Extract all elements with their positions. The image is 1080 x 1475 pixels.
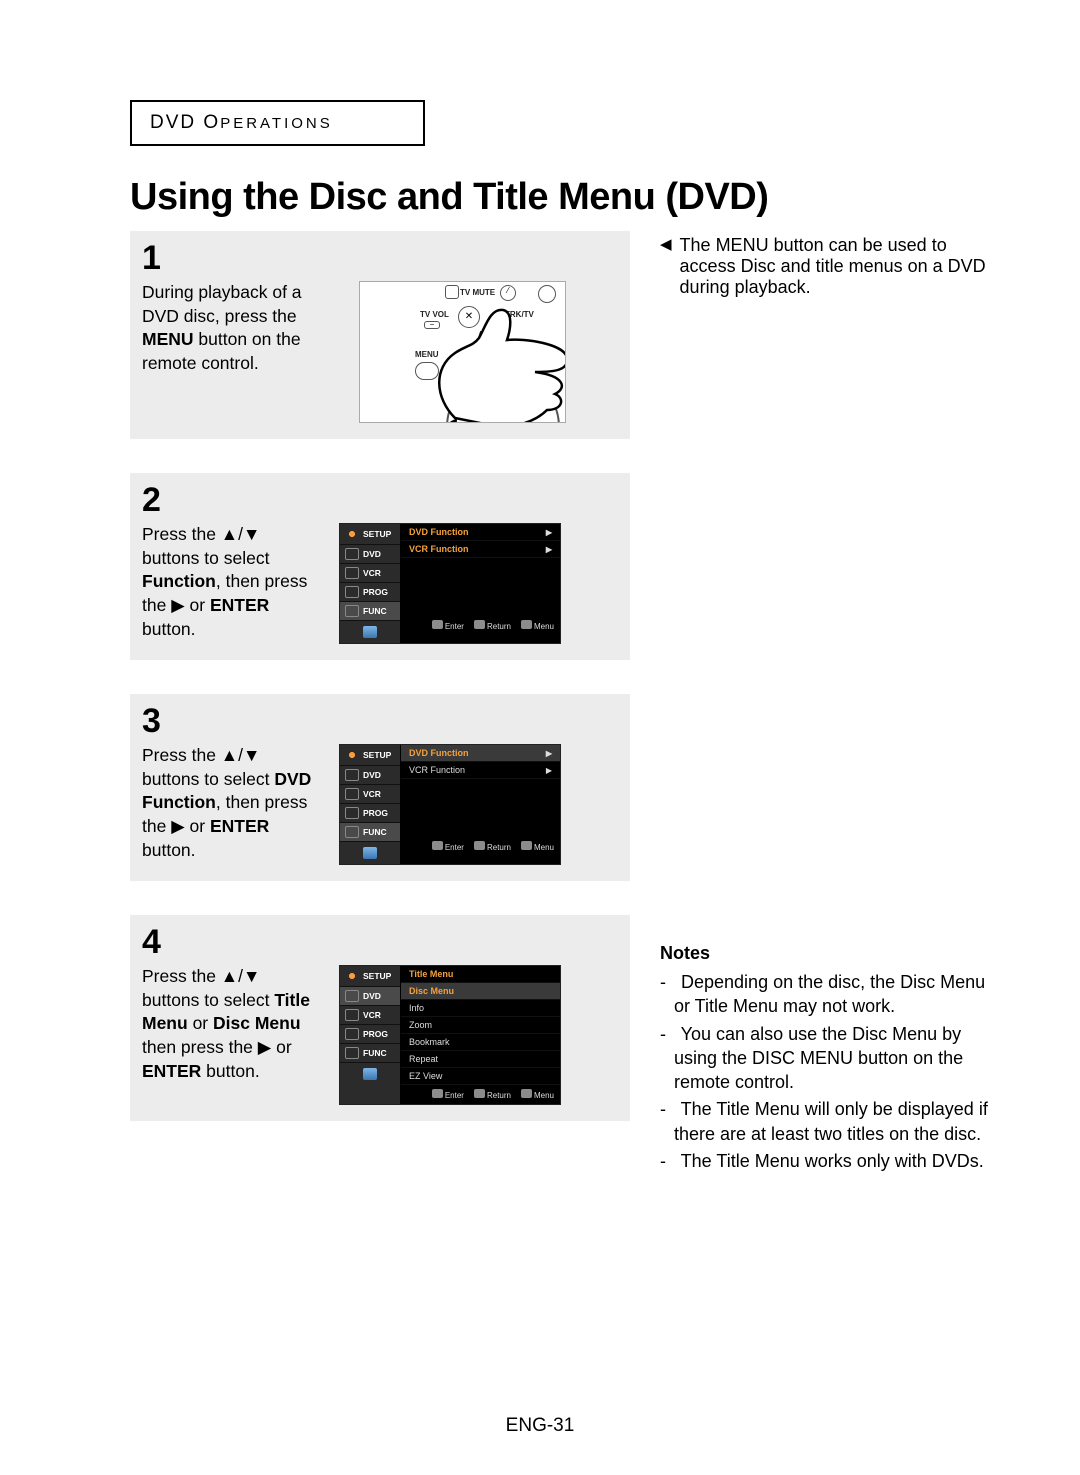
home-icon [363, 626, 377, 638]
note-item: Depending on the disc, the Disc Menu or … [660, 970, 1005, 1019]
menu-icon [521, 620, 532, 629]
osd-left-func: FUNC [340, 823, 400, 842]
step-number: 2 [142, 483, 620, 517]
osd-left-prog: PROG [340, 804, 400, 823]
note-item: You can also use the Disc Menu by using … [660, 1022, 1005, 1095]
tape-icon [345, 788, 359, 800]
osd-line: Repeat [401, 1051, 560, 1068]
osd-left-setup: SETUP [340, 966, 400, 987]
remote-label-tvmute: TV MUTE [460, 288, 495, 297]
osd-line: VCR Function▶ [401, 541, 560, 558]
clock-icon [345, 1028, 359, 1040]
disc-icon [345, 548, 359, 560]
func-icon [345, 605, 359, 617]
osd-line: Title Menu [401, 966, 560, 983]
intro-note-text: The MENU button can be used to access Di… [680, 235, 1005, 298]
menu-icon [521, 841, 532, 850]
home-icon [363, 1068, 377, 1080]
clock-icon [345, 807, 359, 819]
gear-icon [345, 748, 359, 762]
page-title: Using the Disc and Title Menu (DVD) [130, 176, 1005, 219]
step-number: 3 [142, 704, 620, 738]
section-header-box: DVD OPERATIONS [130, 100, 425, 146]
osd-left-dvd: DVD [340, 987, 400, 1006]
disc-icon [345, 769, 359, 781]
osd-line: EZ View [401, 1068, 560, 1085]
note-item: The Title Menu works only with DVDs. [660, 1149, 1005, 1173]
osd-left-dvd: DVD [340, 766, 400, 785]
osd-menu-step4: SETUP DVD VCR PROG FUNC Title Menu Disc [339, 965, 561, 1105]
step-number: 1 [142, 241, 620, 275]
return-icon [474, 841, 485, 850]
osd-left-prog: PROG [340, 1025, 400, 1044]
func-icon [345, 826, 359, 838]
menu-icon [521, 1089, 532, 1098]
osd-hint-bar: Enter Return Menu [401, 837, 560, 856]
return-icon [474, 1089, 485, 1098]
step-3: 3 Press the ▲/▼ buttons to select DVD Fu… [130, 694, 630, 881]
osd-left-func: FUNC [340, 602, 400, 621]
osd-left-vcr: VCR [340, 564, 400, 583]
step-1-text: During playback of a DVD disc, press the… [142, 281, 337, 423]
osd-hint-bar: Enter Return Menu [401, 616, 560, 635]
osd-hint-bar: Enter Return Menu [401, 1085, 560, 1104]
step-4-text: Press the ▲/▼ buttons to select Title Me… [142, 965, 317, 1105]
osd-left-setup: SETUP [340, 745, 400, 766]
step-2-text: Press the ▲/▼ buttons to select Function… [142, 523, 317, 644]
remote-illustration: TV MUTE TV VOL TRK/TV AUD MENU ⁄ ✕ − [359, 281, 566, 423]
tape-icon [345, 567, 359, 579]
gear-icon [345, 969, 359, 983]
step-1: 1 During playback of a DVD disc, press t… [130, 231, 630, 439]
page-number: ENG-31 [0, 1415, 1080, 1437]
osd-left-vcr: VCR [340, 785, 400, 804]
step-4: 4 Press the ▲/▼ buttons to select Title … [130, 915, 630, 1121]
osd-left-dvd: DVD [340, 545, 400, 564]
arrow-left-icon: ◀ [660, 235, 672, 255]
step-3-text: Press the ▲/▼ buttons to select DVD Func… [142, 744, 317, 865]
func-icon [345, 1047, 359, 1059]
section-header-text: DVD OPERATIONS [150, 112, 333, 133]
clock-icon [345, 586, 359, 598]
step-number: 4 [142, 925, 620, 959]
osd-line: VCR Function▶ [401, 762, 560, 779]
gear-icon [345, 527, 359, 541]
home-icon [363, 847, 377, 859]
osd-left-func: FUNC [340, 1044, 400, 1063]
step-2: 2 Press the ▲/▼ buttons to select Functi… [130, 473, 630, 660]
enter-icon [432, 841, 443, 850]
return-icon [474, 620, 485, 629]
enter-icon [432, 1089, 443, 1098]
osd-menu-step2: SETUP DVD VCR PROG FUNC DVD Function▶ V [339, 523, 561, 644]
hand-icon [415, 298, 566, 423]
osd-left-prog: PROG [340, 583, 400, 602]
notes-heading: Notes [660, 943, 1005, 964]
osd-left-vcr: VCR [340, 1006, 400, 1025]
intro-note: ◀ The MENU button can be used to access … [660, 235, 1005, 298]
osd-line: Zoom [401, 1017, 560, 1034]
enter-icon [432, 620, 443, 629]
tape-icon [345, 1009, 359, 1021]
notes-section: Notes Depending on the disc, the Disc Me… [660, 943, 1005, 1173]
osd-line-selected: Disc Menu [401, 983, 560, 1000]
osd-line: Info [401, 1000, 560, 1017]
disc-icon [345, 990, 359, 1002]
osd-line: DVD Function▶ [401, 524, 560, 541]
osd-menu-step3: SETUP DVD VCR PROG FUNC DVD Function▶ V [339, 744, 561, 865]
osd-line: Bookmark [401, 1034, 560, 1051]
osd-line-selected: DVD Function▶ [401, 745, 560, 762]
osd-left-setup: SETUP [340, 524, 400, 545]
note-item: The Title Menu will only be displayed if… [660, 1097, 1005, 1146]
